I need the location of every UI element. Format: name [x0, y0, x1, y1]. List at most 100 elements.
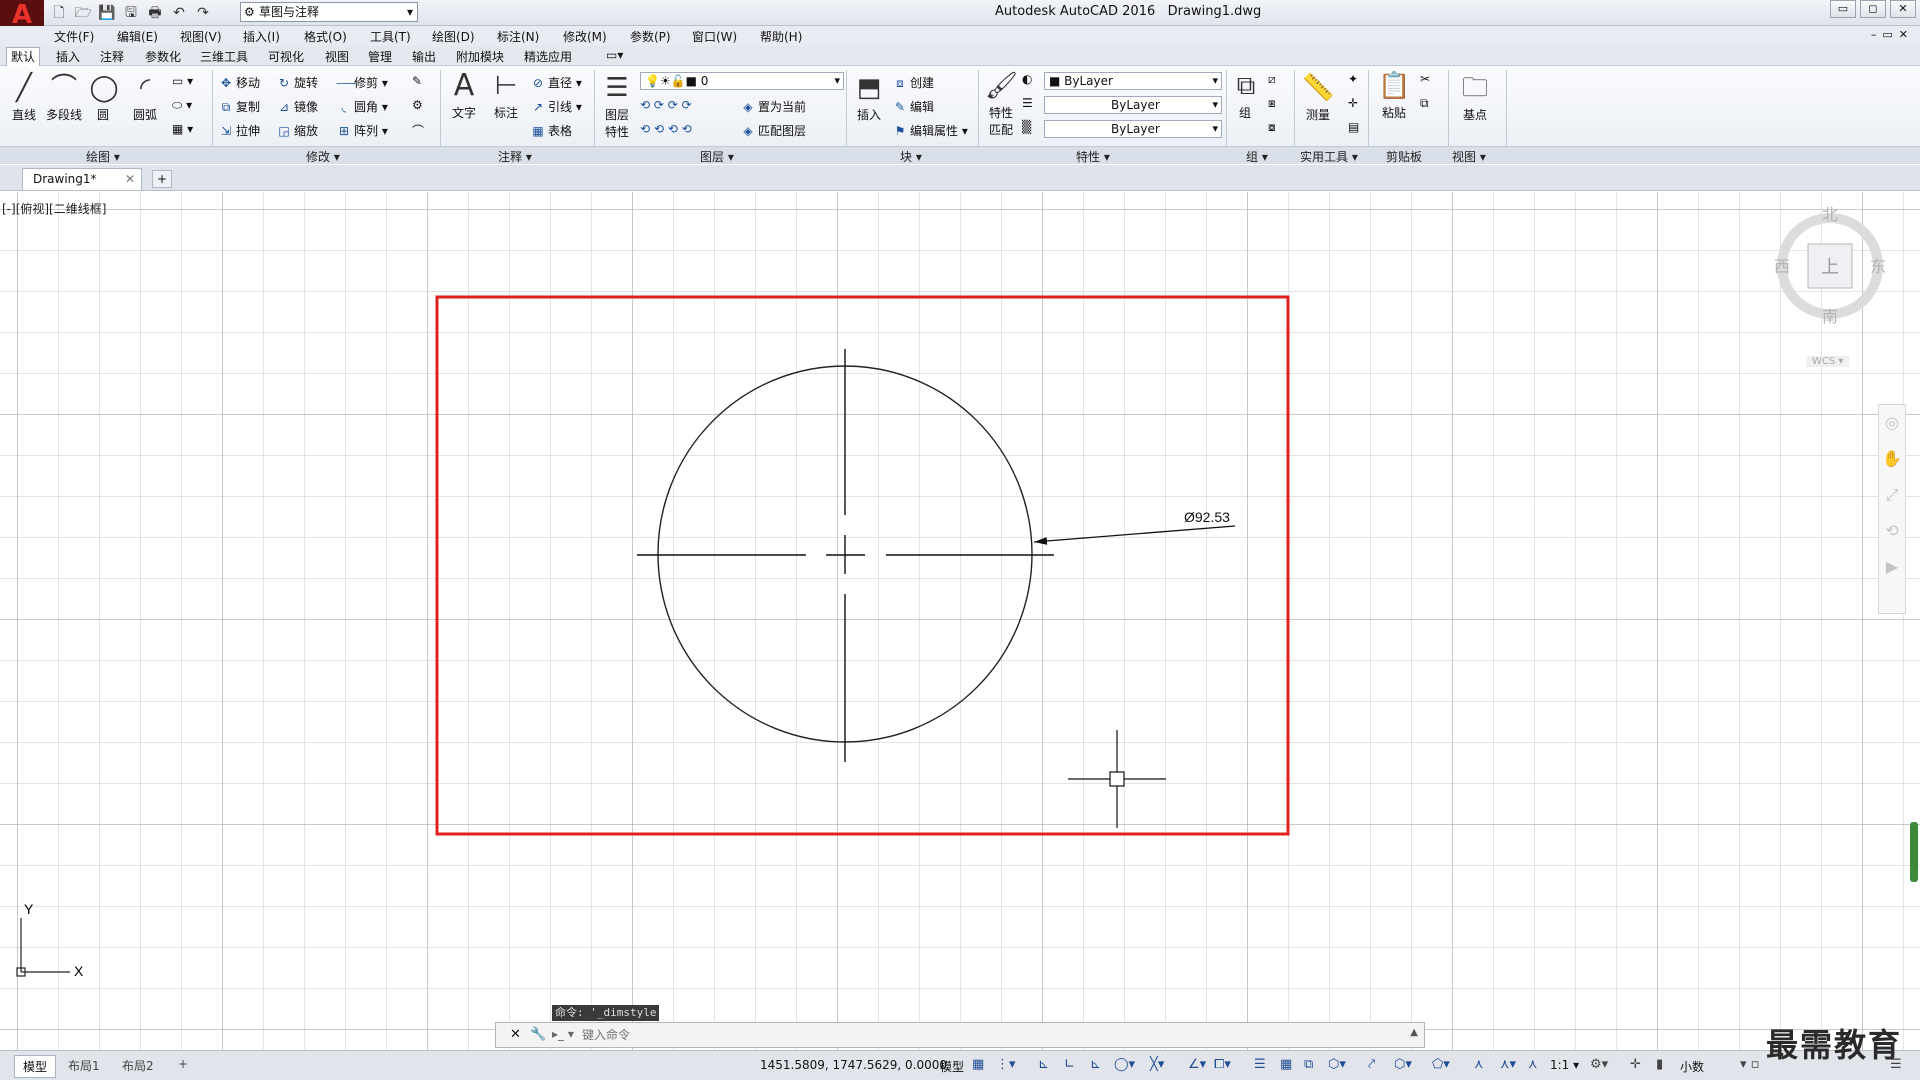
dynamic-ucs-icon[interactable]: ⧠▾ — [1214, 1057, 1231, 1072]
layout-tab-model[interactable]: 模型 — [14, 1055, 57, 1078]
menu-tools[interactable]: 工具(T) — [370, 28, 411, 45]
layer-tools-row2[interactable]: ⟲ ⟲ ⟲ ⟲ — [640, 122, 692, 136]
lineweight-toggle-icon[interactable]: ☰ — [1254, 1057, 1266, 1072]
gizmo-icon[interactable]: ⬠▾ — [1432, 1057, 1450, 1072]
transparency-icon[interactable]: ▒ — [1022, 120, 1031, 134]
close-button[interactable]: ✕ — [1890, 0, 1916, 18]
menu-help[interactable]: 帮助(H) — [760, 28, 802, 45]
ungroup-icon[interactable]: ⧄ — [1268, 72, 1276, 87]
trim-button[interactable]: ⸺修剪 ▾ — [336, 74, 388, 91]
arc-button[interactable]: ◜ 圆弧 — [128, 72, 162, 123]
tab-output[interactable]: 输出 — [408, 48, 440, 65]
utilities-panel-label[interactable]: 实用工具 ▾ — [1300, 148, 1358, 165]
tab-default[interactable]: 默认 — [6, 47, 41, 66]
group-select-icon[interactable]: ⧇ — [1268, 120, 1276, 135]
leader-button[interactable]: ↗ 引线 ▾ — [530, 98, 582, 115]
diameter-button[interactable]: ⊘ 直径 ▾ — [530, 74, 582, 91]
command-prompt-icon[interactable]: ▸_ ▾ — [552, 1027, 574, 1041]
view-panel-label[interactable]: 视图 ▾ — [1452, 148, 1486, 165]
offset-icon[interactable]: ⌒ — [412, 122, 424, 139]
quick-properties-icon[interactable]: ▾ ▫ — [1740, 1057, 1759, 1072]
group-edit-icon[interactable]: ⧆ — [1268, 96, 1276, 111]
tab-3d-tools[interactable]: 三维工具 — [196, 48, 252, 65]
plot-icon[interactable]: 🖶 — [144, 2, 166, 24]
tab-annotate[interactable]: 注释 — [96, 48, 128, 65]
new-tab-button[interactable]: + — [152, 170, 172, 188]
color-select[interactable]: ■ ByLayer — [1044, 72, 1222, 90]
lineweight-icon[interactable]: ☰ — [1022, 96, 1033, 110]
menu-view[interactable]: 视图(V) — [180, 28, 222, 45]
dimension-text[interactable]: Ø92.53 — [1184, 509, 1230, 525]
hatch-icon[interactable]: ▦ ▾ — [172, 122, 193, 136]
new-icon[interactable]: 🗋 — [48, 2, 70, 24]
measure-button[interactable]: 📏 测量 — [1298, 72, 1338, 123]
command-input[interactable] — [582, 1025, 1402, 1045]
mirror-button[interactable]: ⊿ 镜像 — [276, 98, 318, 115]
menu-modify[interactable]: 修改(M) — [563, 28, 607, 45]
scale-button[interactable]: ◲ 缩放 — [276, 122, 318, 139]
model-space-button[interactable]: 模型 — [940, 1058, 964, 1075]
base-view-button[interactable]: 🗀 基点 — [1454, 72, 1496, 123]
linetype-select[interactable]: ByLayer — [1044, 96, 1222, 114]
close-icon[interactable]: ✕ — [125, 169, 135, 189]
workspace-select[interactable]: ⚙ 草图与注释 — [240, 2, 418, 22]
group-button[interactable]: ⧉ 组 — [1230, 70, 1260, 121]
match-properties-button[interactable]: 🖌 特性匹配 — [984, 70, 1018, 138]
layer-tools-row1[interactable]: ⟲ ⟳ ⟳ ⟳ — [640, 98, 692, 112]
groups-panel-label[interactable]: 组 ▾ — [1246, 148, 1268, 165]
point-icon[interactable]: ✛ — [1348, 96, 1358, 110]
text-button[interactable]: A 文字 — [446, 70, 482, 121]
modify-panel-label[interactable]: 修改 ▾ — [306, 148, 340, 165]
tab-insert[interactable]: 插入 — [52, 48, 84, 65]
table-button[interactable]: ▦ 表格 — [530, 122, 572, 139]
quick-select-icon[interactable]: ✦ — [1348, 72, 1358, 86]
layout-tab-2[interactable]: 布局2 — [114, 1055, 162, 1076]
calculator-icon[interactable]: ▤ — [1348, 120, 1359, 134]
ribbon-toggle-icon[interactable]: ▭▾ — [602, 48, 627, 62]
close-icon[interactable]: ✕ — [510, 1027, 521, 1042]
menu-window[interactable]: 窗口(W) — [692, 28, 737, 45]
restore-button[interactable]: ◻ — [1860, 0, 1886, 18]
erase-icon[interactable]: ✎ — [412, 74, 422, 88]
layers-panel-label[interactable]: 图层 ▾ — [700, 148, 734, 165]
copy-button[interactable]: ⧉ 复制 — [218, 98, 260, 115]
wcs-menu[interactable]: WCS ▾ — [1806, 356, 1850, 367]
units-icon[interactable]: ▮ — [1656, 1057, 1663, 1072]
layer-properties-button[interactable]: ☰ 图层特性 — [600, 72, 634, 140]
menu-dimension[interactable]: 标注(N) — [497, 28, 539, 45]
properties-panel-label[interactable]: 特性 ▾ — [1076, 148, 1110, 165]
rotate-button[interactable]: ↻ 旋转 — [276, 74, 318, 91]
compass-east[interactable]: 东 — [1870, 257, 1886, 276]
create-block-button[interactable]: ⧈ 创建 — [892, 74, 934, 91]
fillet-button[interactable]: ◟ 圆角 ▾ — [336, 98, 388, 115]
coordinate-readout[interactable]: 1451.5809, 1747.5629, 0.0000 — [760, 1058, 947, 1072]
copy-clip-icon[interactable]: ⧉ — [1420, 96, 1429, 111]
selection-cycling-icon[interactable]: ⧉ — [1304, 1057, 1313, 1072]
compass-north[interactable]: 北 — [1822, 205, 1838, 224]
save-icon[interactable]: 💾 — [96, 2, 118, 24]
color-wheel-icon[interactable]: ◐ — [1022, 72, 1032, 86]
transparency-toggle-icon[interactable]: ▦ — [1280, 1057, 1292, 1072]
isodraft-icon[interactable]: ⊾ — [1090, 1057, 1101, 1072]
edit-block-button[interactable]: ✎ 编辑 — [892, 98, 934, 115]
array-button[interactable]: ⊞ 阵列 ▾ — [336, 122, 388, 139]
tab-featured-apps[interactable]: 精选应用 — [520, 48, 576, 65]
compass-south[interactable]: 南 — [1822, 307, 1838, 326]
menu-file[interactable]: 文件(F) — [54, 28, 94, 45]
minimize-button[interactable]: ▭ — [1830, 0, 1856, 18]
units-select[interactable]: 小数 — [1680, 1058, 1704, 1075]
showmotion-icon[interactable]: ▶ — [1879, 549, 1905, 585]
ortho-icon[interactable]: ⊾ — [1038, 1057, 1049, 1072]
paste-button[interactable]: 📋 粘贴 — [1374, 70, 1414, 121]
compass-west[interactable]: 西 — [1774, 257, 1790, 276]
3d-osnap-icon[interactable]: ⬡▾ — [1328, 1057, 1346, 1072]
rectangle-icon[interactable]: ▭ ▾ — [172, 74, 193, 88]
auto-scale-icon[interactable]: ⋏▾ — [1500, 1057, 1516, 1072]
line-button[interactable]: ╱ 直线 — [6, 72, 42, 123]
tab-parametric[interactable]: 参数化 — [141, 48, 185, 65]
tab-visualize[interactable]: 可视化 — [264, 48, 308, 65]
menu-format[interactable]: 格式(O) — [304, 28, 347, 45]
workspace-gear-icon[interactable]: ⚙▾ — [1590, 1057, 1608, 1072]
block-panel-label[interactable]: 块 ▾ — [900, 148, 922, 165]
dimension-button[interactable]: ⊢ 标注 — [488, 70, 524, 121]
